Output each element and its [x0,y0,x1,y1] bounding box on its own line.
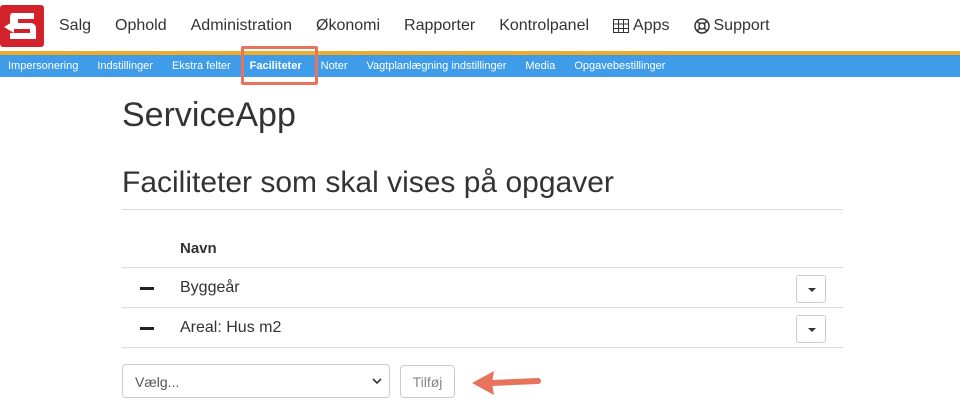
subnav-media[interactable]: Media [525,60,555,72]
facility-name: Byggeår [180,279,240,296]
drag-handle-icon[interactable] [140,287,154,290]
nav-label: Apps [633,16,670,34]
nav-label: Økonomi [316,16,381,34]
nav-ophold[interactable]: Ophold [115,17,167,35]
chevron-down-icon [372,378,382,385]
section-divider [122,209,843,210]
nav-administration[interactable]: Administration [191,17,292,35]
nav-label: Support [713,16,770,34]
nav-apps[interactable]: Apps [613,16,670,35]
nav-label: Rapporter [404,16,476,34]
table-header: Navn [122,228,843,268]
row-options-dropdown[interactable] [796,315,826,343]
table-row: Byggeår [122,268,843,308]
grid-icon [613,18,630,33]
table-row: Areal: Hus m2 [122,308,843,348]
facility-name: Areal: Hus m2 [180,319,282,336]
select-value: Vælg... [135,374,180,390]
lifebuoy-icon [693,17,710,34]
nav-label: Ophold [115,16,167,34]
subnav-indstillinger[interactable]: Indstillinger [97,60,153,72]
arrow-annotation-icon [472,371,541,395]
caret-down-icon [808,328,816,332]
subnav-vagtplanlaegning[interactable]: Vagtplanlægning indstillinger [367,60,507,72]
nav-kontrolpanel[interactable]: Kontrolpanel [499,17,589,35]
nav-rapporter[interactable]: Rapporter [404,17,475,35]
settings-subnav: Impersonering Indstillinger Ekstra felte… [0,55,960,77]
caret-down-icon [808,288,816,292]
row-options-dropdown[interactable] [796,275,826,303]
nav-support[interactable]: Support [693,16,770,35]
column-header-navn: Navn [180,240,217,257]
subnav-impersonering[interactable]: Impersonering [8,60,78,72]
brand-logo[interactable] [0,5,44,47]
subnav-ekstra-felter[interactable]: Ekstra felter [172,60,231,72]
section-title: Faciliteter som skal vises på opgaver [122,166,614,199]
page-title: ServiceApp [122,96,296,134]
highlight-annotation-box [241,46,318,85]
nav-label: Salg [59,16,92,34]
add-button[interactable]: Tilføj [400,365,455,398]
facilities-table: Navn Byggeår Areal: Hus m2 [122,228,843,348]
nav-label: Kontrolpanel [499,16,590,34]
nav-okonomi[interactable]: Økonomi [316,17,380,35]
top-navbar: Salg Ophold Administration Økonomi Rappo… [0,0,781,51]
subnav-opgavebestillinger[interactable]: Opgavebestillinger [574,60,665,72]
subnav-noter[interactable]: Noter [321,60,348,72]
nav-label: Administration [190,16,292,34]
facility-select[interactable]: Vælg... [122,364,390,398]
drag-handle-icon[interactable] [140,327,154,330]
nav-salg[interactable]: Salg [59,17,91,35]
